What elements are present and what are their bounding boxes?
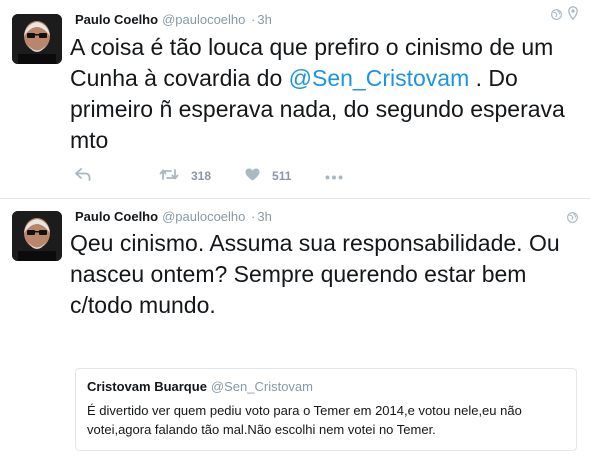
tweet-header: Paulo Coelho @paulocoelho · 3h xyxy=(75,209,272,225)
heart-icon xyxy=(245,168,260,184)
avatar[interactable] xyxy=(12,14,62,64)
more-button[interactable] xyxy=(325,169,343,183)
tweet-header: Paulo Coelho @paulocoelho · 3h xyxy=(75,12,272,28)
tweet-meta-icons xyxy=(551,6,578,25)
tweet-text: Qeu cinismo. Assuma sua responsabilidade… xyxy=(70,230,560,318)
separator-dot: · xyxy=(251,12,256,27)
location-pin-icon[interactable] xyxy=(568,6,578,25)
author-handle[interactable]: @paulocoelho xyxy=(162,209,245,224)
mention-link[interactable]: @Sen_Cristovam xyxy=(289,65,470,91)
author-photo xyxy=(12,14,62,64)
reply-icon xyxy=(75,168,91,184)
author-name[interactable]: Paulo Coelho xyxy=(75,209,158,224)
quoted-author-handle: @Sen_Cristovam xyxy=(210,379,313,394)
tweet-2[interactable]: Paulo Coelho @paulocoelho · 3h Qeu cinismo… xyxy=(0,199,590,459)
author-name[interactable]: Paulo Coelho xyxy=(75,12,158,27)
tweet-actions: 318 511 xyxy=(75,168,343,184)
like-count: 511 xyxy=(272,169,292,183)
tweet-timestamp[interactable]: 3h xyxy=(257,209,271,224)
retweet-icon xyxy=(159,168,179,184)
quoted-author-name: Cristovam Buarque xyxy=(87,379,207,394)
like-button[interactable]: 511 xyxy=(245,168,291,184)
more-dots-icon xyxy=(325,169,343,183)
tweet-timestamp[interactable]: 3h xyxy=(257,12,271,27)
globe-icon xyxy=(551,7,562,25)
globe-icon xyxy=(567,210,578,228)
tweet-1[interactable]: Paulo Coelho @paulocoelho · 3h A coisa é t… xyxy=(0,0,590,199)
tweet-meta-icons xyxy=(567,210,578,228)
quoted-tweet-header: Cristovam Buarque @Sen_Cristovam xyxy=(87,379,565,395)
quoted-tweet-text: É divertido ver quem pediu voto para o T… xyxy=(87,403,522,437)
retweet-count: 318 xyxy=(191,169,212,183)
author-photo xyxy=(12,211,62,261)
separator-dot: · xyxy=(251,209,256,224)
retweet-button[interactable]: 318 xyxy=(159,168,211,184)
author-handle[interactable]: @paulocoelho xyxy=(162,12,245,27)
tweet-text: A coisa é tão louca que prefiro o cinism… xyxy=(70,32,585,156)
reply-button[interactable] xyxy=(75,168,91,184)
quoted-tweet[interactable]: Cristovam Buarque @Sen_Cristovam É divert… xyxy=(75,368,577,451)
avatar[interactable] xyxy=(12,211,62,261)
